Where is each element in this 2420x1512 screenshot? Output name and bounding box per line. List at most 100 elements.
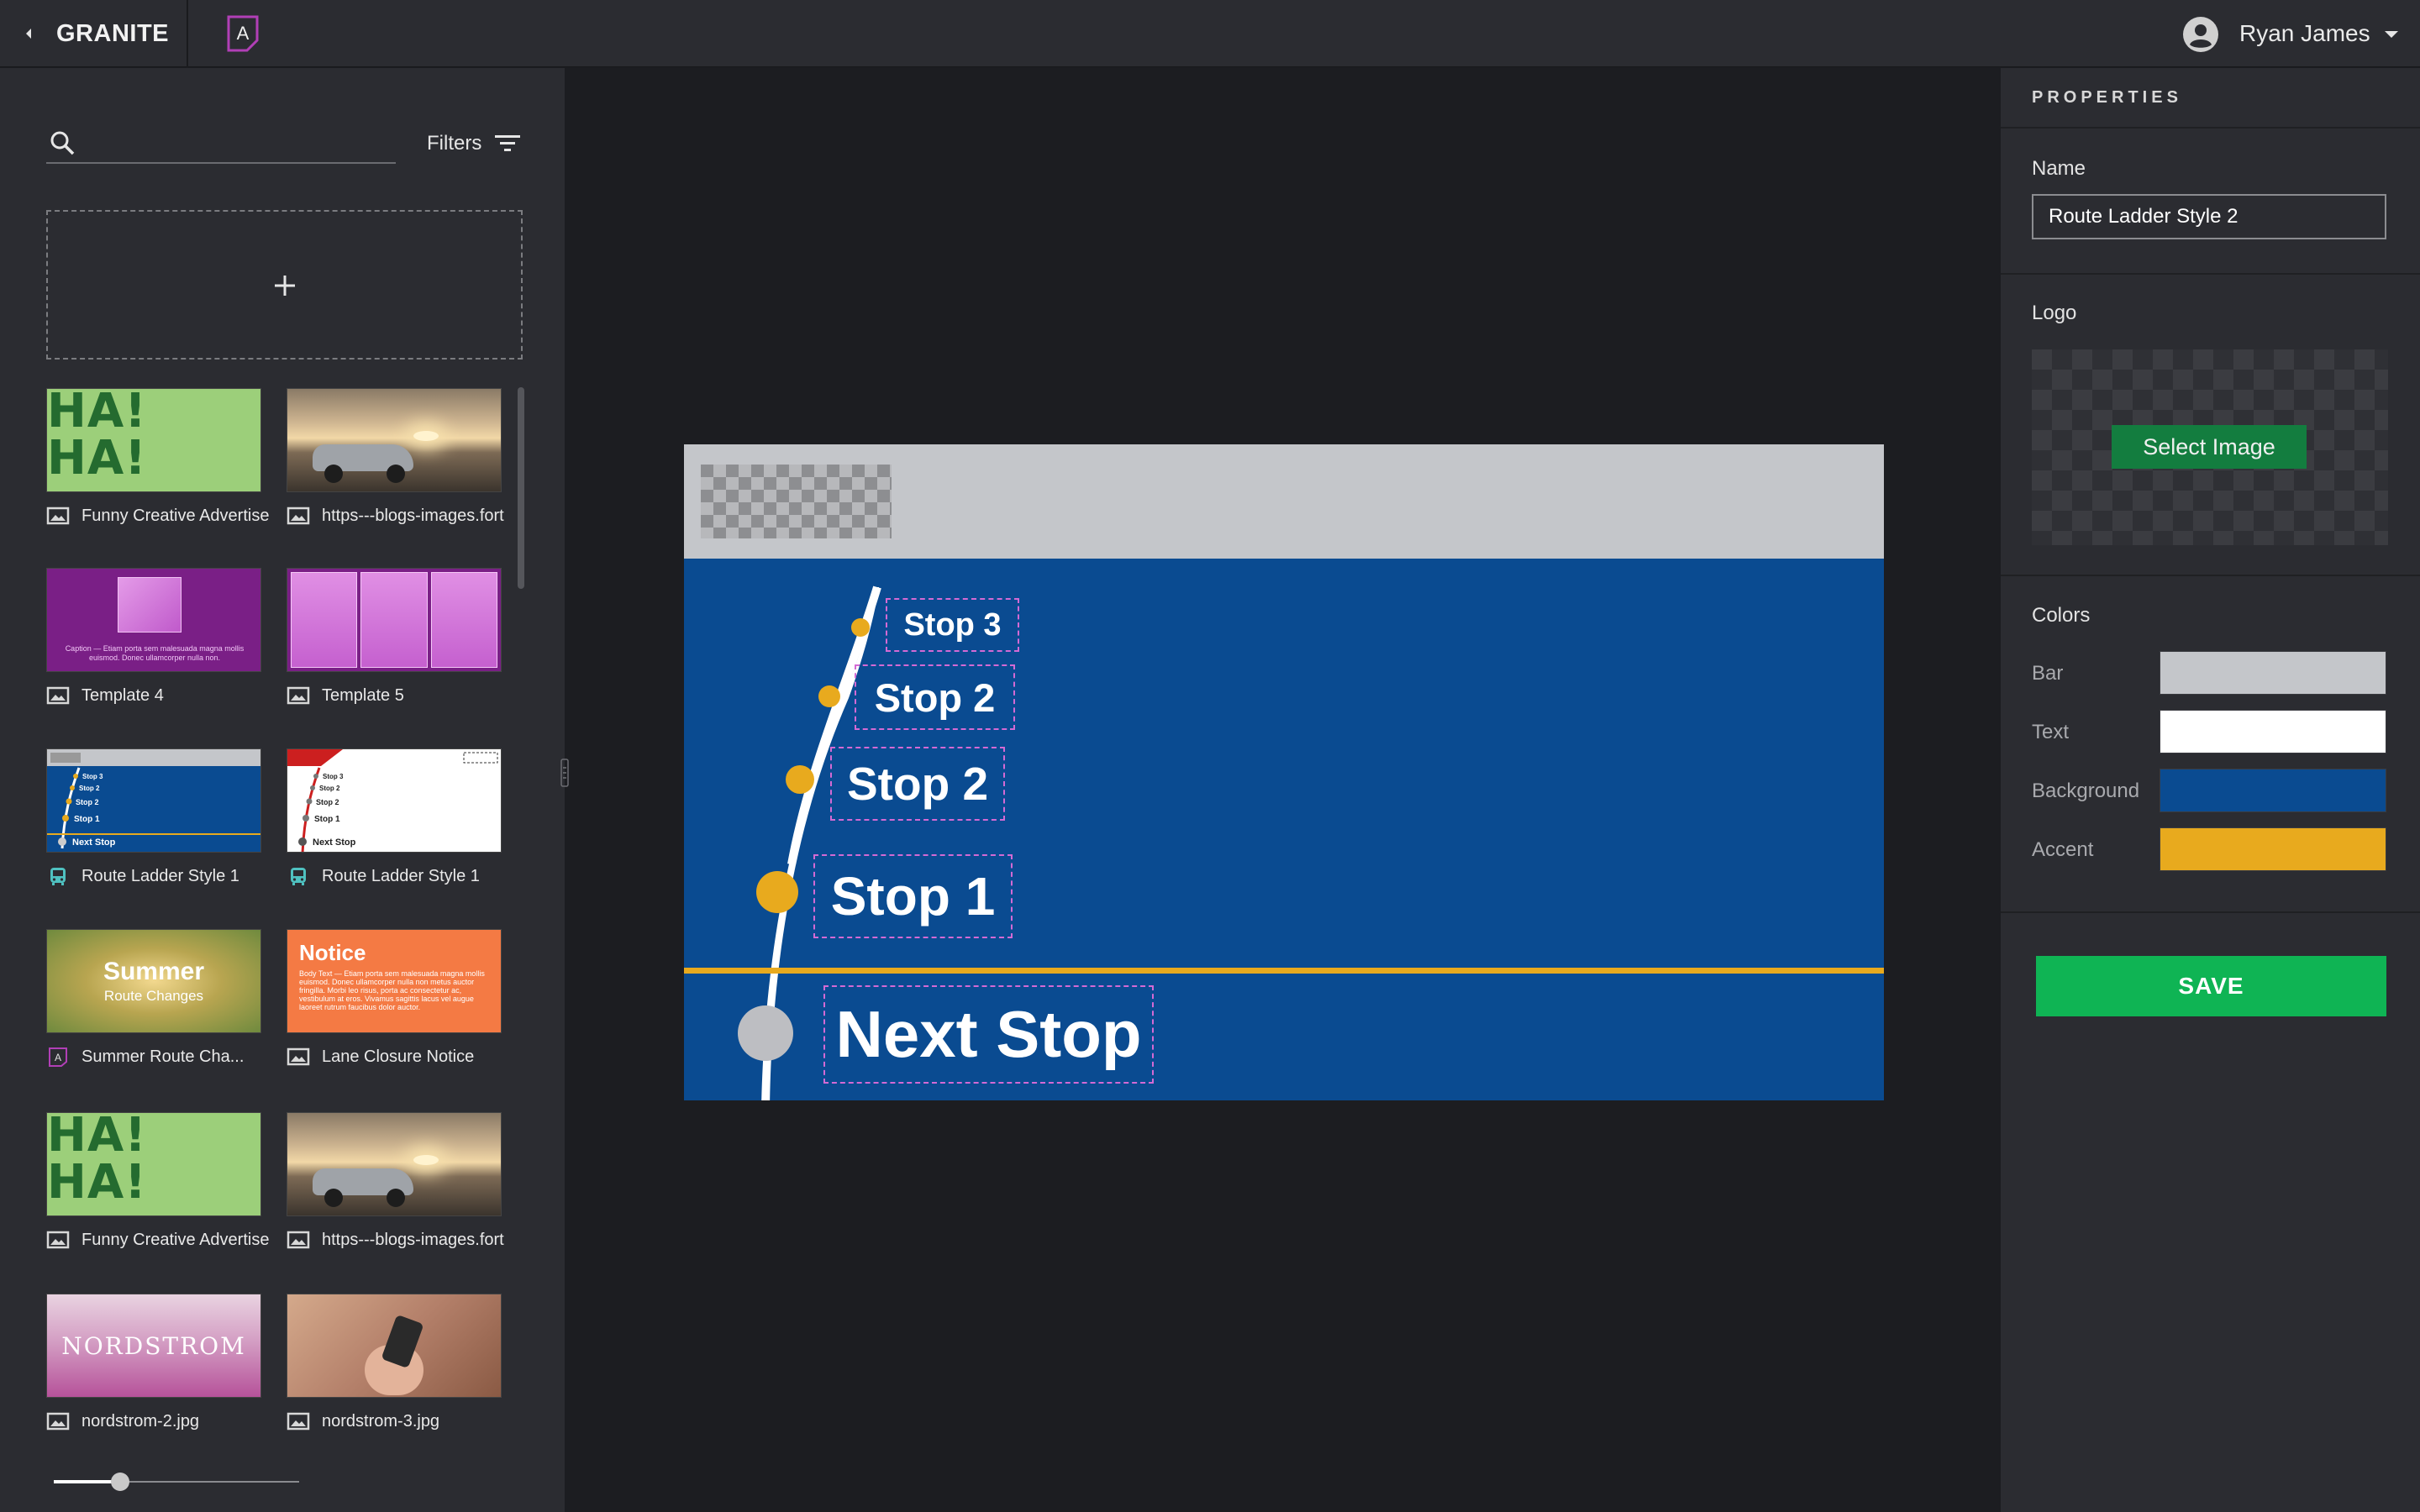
color-label-bar: Bar xyxy=(2032,662,2064,685)
color-swatch-background[interactable] xyxy=(2160,769,2386,812)
thumbnail[interactable] xyxy=(287,568,502,672)
image-icon xyxy=(46,1412,70,1431)
thumbnail[interactable]: HA! HA! xyxy=(46,388,261,492)
color-swatch-bar[interactable] xyxy=(2160,651,2386,695)
filters-button[interactable]: Filters xyxy=(427,127,522,160)
stop-label[interactable]: Stop 3 xyxy=(886,598,1019,652)
add-new-tile[interactable] xyxy=(46,210,523,360)
tile-label: Route Ladder Style 1 xyxy=(322,866,480,885)
drag-handle-icon[interactable] xyxy=(560,756,570,790)
thumbnail-stop-label: Stop 2 xyxy=(76,798,99,806)
zoom-slider-thumb[interactable] xyxy=(111,1473,129,1491)
thumbnail-title: Summer xyxy=(103,958,205,985)
svg-text:A: A xyxy=(55,1052,61,1063)
thumbnail[interactable]: Notice Body Text — Etiam porta sem males… xyxy=(287,929,502,1033)
thumbnail[interactable] xyxy=(287,1112,502,1216)
thumbnail-panel xyxy=(360,572,428,668)
image-icon xyxy=(287,1412,310,1431)
next-stop-dot xyxy=(738,1005,793,1061)
app-title[interactable]: GRANITE xyxy=(56,20,169,48)
tile-meta: nordstrom-3.jpg xyxy=(287,1408,513,1435)
topbar-divider xyxy=(187,0,188,67)
select-image-button[interactable]: Select Image xyxy=(2112,425,2307,469)
filters-label: Filters xyxy=(427,132,482,155)
account-circle-icon[interactable] xyxy=(2182,16,2219,53)
sign-preview[interactable]: Stop 3 Stop 2 Stop 2 Stop 1 Next Stop xyxy=(684,444,1884,1100)
thumbnail-text: HA! HA! xyxy=(47,388,147,486)
search-icon xyxy=(50,131,75,155)
tile-meta: Route Ladder Style 1 xyxy=(46,863,273,890)
tile-label: nordstrom-3.jpg xyxy=(322,1411,440,1431)
thumbnail[interactable]: Summer Route Changes xyxy=(46,929,261,1033)
thumbnail-stop-label: Stop 1 xyxy=(74,815,100,824)
back-arrow-icon[interactable] xyxy=(18,24,39,44)
stop-label[interactable]: Stop 2 xyxy=(855,664,1015,730)
asset-tile[interactable]: Stop 3 Stop 2 Stop 2 Stop 1 Next Stop Ro… xyxy=(46,748,261,885)
thumbnail[interactable] xyxy=(287,1294,502,1398)
stop-label[interactable]: Stop 2 xyxy=(830,747,1005,821)
next-stop-label[interactable]: Next Stop xyxy=(823,985,1154,1084)
thumbnail-sun xyxy=(413,431,439,441)
image-icon xyxy=(46,686,70,705)
asset-tile[interactable]: Stop 3 Stop 2 Stop 2 Stop 1 Next Stop Ro… xyxy=(287,748,502,885)
color-swatch-text[interactable] xyxy=(2160,710,2386,753)
chevron-down-icon[interactable] xyxy=(2383,29,2400,39)
stop-dot xyxy=(851,618,870,637)
asset-tile[interactable]: Caption — Etiam porta sem malesuada magn… xyxy=(46,568,261,705)
thumbnail[interactable]: HA! HA! xyxy=(46,1112,261,1216)
thumbnail-title: Notice xyxy=(299,940,366,965)
asset-tile[interactable]: https---blogs-images.fort xyxy=(287,388,504,525)
tile-label: Funny Creative Advertise xyxy=(82,1230,270,1249)
search-input[interactable] xyxy=(85,125,392,160)
color-label-accent: Accent xyxy=(2032,838,2094,861)
tile-meta: Lane Closure Notice xyxy=(287,1043,513,1070)
thumbnail-text: NORDSTROM xyxy=(61,1331,246,1360)
thumbnail-text: HA! HA! xyxy=(47,1112,147,1210)
stop-label[interactable]: Stop 1 xyxy=(813,854,1013,938)
tile-label: Summer Route Cha... xyxy=(82,1047,245,1066)
section-divider xyxy=(2001,911,2420,913)
name-field[interactable] xyxy=(2032,194,2386,239)
thumbnail-stop-label: Stop 3 xyxy=(82,773,103,780)
properties-panel: PROPERTIES Name Logo Select Image Colors… xyxy=(2001,68,2420,1512)
thumbnail-route-ladder: Stop 3 Stop 2 Stop 2 Stop 1 Next Stop xyxy=(287,749,498,852)
tile-label: https---blogs-images.fort xyxy=(322,506,504,525)
thumbnail-wheel xyxy=(324,465,343,483)
colors-label: Colors xyxy=(2032,604,2091,627)
tile-meta: Route Ladder Style 1 xyxy=(287,863,513,890)
stop-dot xyxy=(786,765,814,794)
top-bar: GRANITE A Ryan James xyxy=(0,0,2420,67)
tile-meta: Template 4 xyxy=(46,682,273,709)
tile-label: Funny Creative Advertise xyxy=(82,506,270,525)
thumbnail-next-stop: Next Stop xyxy=(72,837,116,848)
section-divider xyxy=(2001,575,2420,576)
asset-tile[interactable]: nordstrom-3.jpg xyxy=(287,1294,502,1431)
thumbnail-stop-label: Stop 2 xyxy=(79,785,100,792)
search-field[interactable] xyxy=(46,125,396,164)
color-swatch-accent[interactable] xyxy=(2160,827,2386,871)
stop-dot xyxy=(756,871,798,913)
color-label-text: Text xyxy=(2032,721,2070,743)
bus-icon xyxy=(291,868,306,885)
thumbnail[interactable]: Caption — Etiam porta sem malesuada magn… xyxy=(46,568,261,672)
thumbnail[interactable]: Stop 3 Stop 2 Stop 2 Stop 1 Next Stop xyxy=(46,748,261,853)
image-icon xyxy=(287,686,310,705)
asset-tile[interactable]: https---blogs-images.fort xyxy=(287,1112,504,1249)
thumbnail[interactable] xyxy=(287,388,502,492)
thumbnail[interactable]: NORDSTROM xyxy=(46,1294,261,1398)
tile-meta: https---blogs-images.fort xyxy=(287,502,513,529)
thumbnail[interactable]: Stop 3 Stop 2 Stop 2 Stop 1 Next Stop xyxy=(287,748,502,853)
user-name[interactable]: Ryan James xyxy=(2239,20,2370,47)
thumbnail-wheel xyxy=(387,1189,405,1207)
thumbnail-panel xyxy=(430,572,497,668)
brand-logo-icon[interactable]: A xyxy=(222,12,264,55)
scrollbar-thumb[interactable] xyxy=(518,387,524,589)
zoom-slider-fill xyxy=(54,1480,120,1483)
thumbnail-body: Body Text — Etiam porta sem malesuada ma… xyxy=(299,969,485,1011)
thumbnail-next-stop: Next Stop xyxy=(313,837,356,848)
save-button[interactable]: SAVE xyxy=(2036,956,2386,1016)
thumbnail-stop-label: Stop 2 xyxy=(319,785,340,792)
tile-label: Route Ladder Style 1 xyxy=(82,866,239,885)
thumbnail-size-slider[interactable] xyxy=(54,1469,299,1494)
tile-meta: nordstrom-2.jpg xyxy=(46,1408,273,1435)
